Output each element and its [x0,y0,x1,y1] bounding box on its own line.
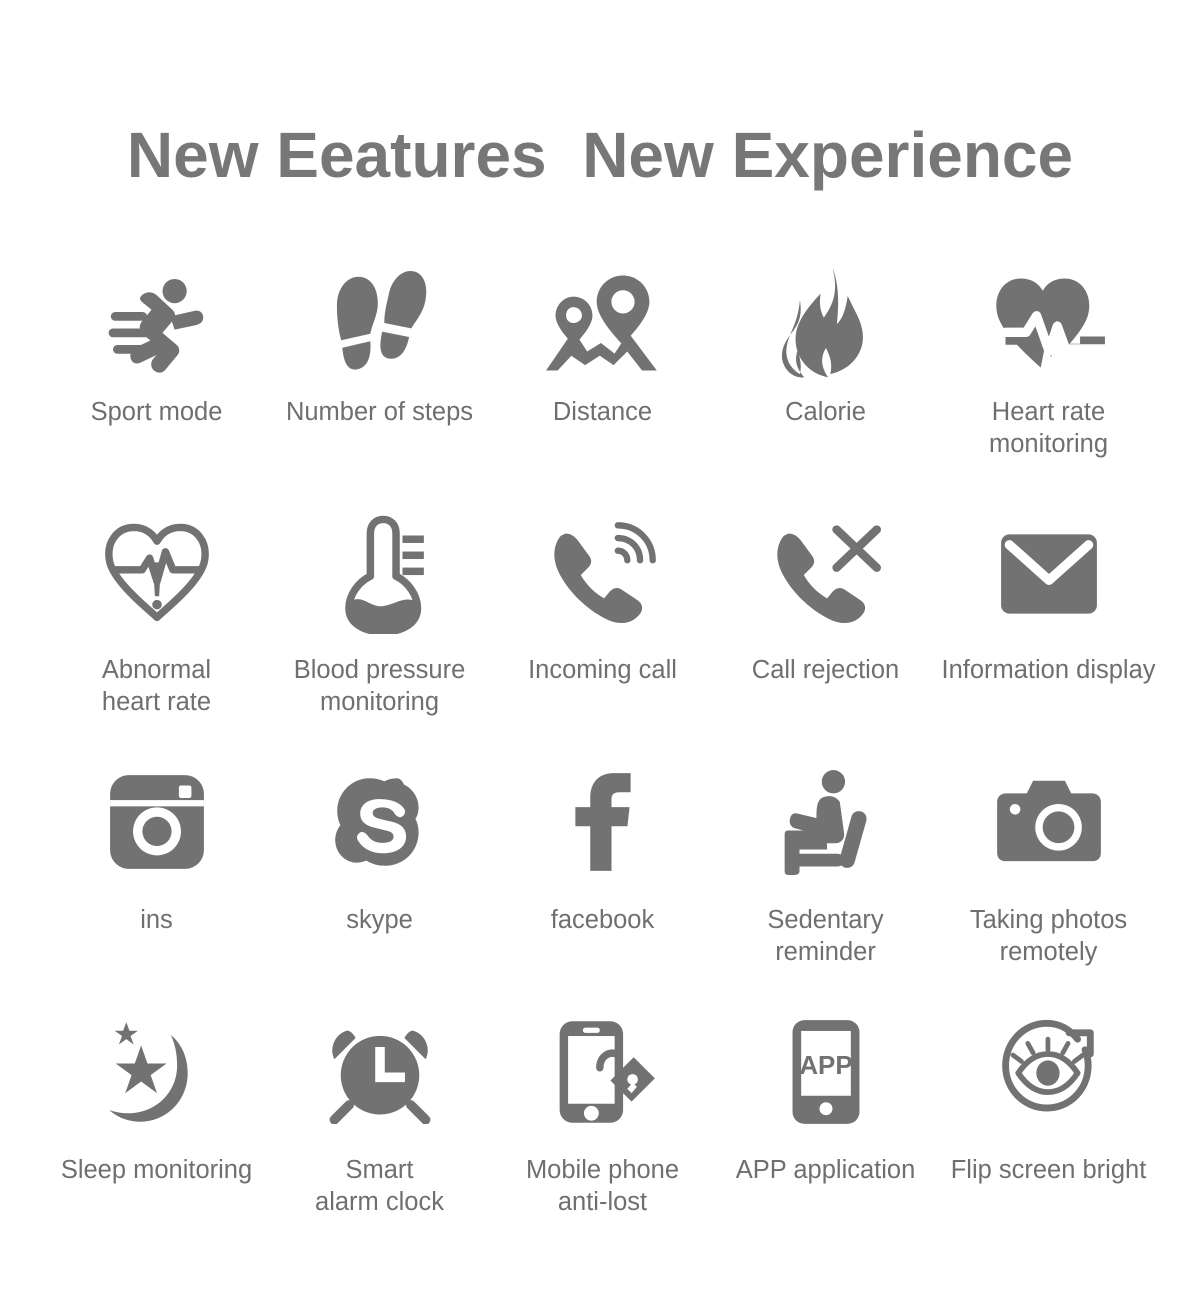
feature-item-mobile-phone-anti-lost[interactable]: Mobile phone anti-lost [491,1008,714,1258]
moon-stars-icon [103,1008,211,1136]
app-screen-label: APP [799,1052,852,1080]
feature-grid: Sport mode Number of steps Distance Calo… [45,258,1160,1258]
heart-pulse-alert-outline-icon [102,508,212,640]
feature-item-calorie[interactable]: Calorie [714,258,937,508]
envelope-icon [999,508,1099,640]
feature-label: Incoming call [528,656,677,684]
facebook-icon [567,758,639,886]
feature-label: APP application [735,1156,916,1184]
feature-label: Flip screen bright [950,1156,1147,1184]
feature-label: skype [346,906,413,934]
phone-lock-icon [551,1008,655,1136]
feature-item-facebook[interactable]: facebook [491,758,714,1008]
heart-pulse-filled-icon [991,258,1107,388]
feature-label: Abnormal heart rate [101,656,212,716]
phone-app-icon: APP [790,1008,862,1136]
flame-icon [776,258,876,388]
feature-label: Information display [941,656,1156,684]
footprints-icon [326,258,434,388]
feature-label: Distance [552,398,653,426]
feature-item-blood-pressure-monitoring[interactable]: Blood pressure monitoring [268,508,491,758]
feature-label: Mobile phone anti-lost [525,1156,680,1216]
feature-label: Sleep monitoring [60,1156,253,1184]
feature-overview-page: New Eeatures New Experience Sport mode N… [0,0,1200,1293]
map-pins-icon [545,258,661,388]
camera-icon [995,758,1103,886]
feature-item-ins[interactable]: ins [45,758,268,1008]
feature-item-sleep-monitoring[interactable]: Sleep monitoring [45,1008,268,1258]
feature-item-incoming-call[interactable]: Incoming call [491,508,714,758]
running-person-icon [102,258,212,388]
thermometer-icon [334,508,426,640]
feature-item-app-application[interactable]: APP APP application [714,1008,937,1258]
feature-item-sport-mode[interactable]: Sport mode [45,258,268,508]
feature-label: facebook [550,906,655,934]
feature-item-flip-screen-bright[interactable]: Flip screen bright [937,1008,1160,1258]
feature-label: Calorie [785,398,866,426]
feature-item-smart-alarm-clock[interactable]: Smart alarm clock [268,1008,491,1258]
feature-item-skype[interactable]: skype [268,758,491,1008]
feature-label: Heart rate monitoring [988,398,1109,458]
feature-item-call-rejection[interactable]: Call rejection [714,508,937,758]
instagram-icon [108,758,206,886]
feature-item-heart-rate-monitoring[interactable]: Heart rate monitoring [937,258,1160,508]
page-title: New Eeatures New Experience [126,119,1074,191]
feature-item-number-of-steps[interactable]: Number of steps [268,258,491,508]
feature-item-information-display[interactable]: Information display [937,508,1160,758]
feature-label: Smart alarm clock [315,1156,444,1216]
feature-item-abnormal-heart-rate[interactable]: Abnormal heart rate [45,508,268,758]
feature-label: ins [140,906,173,934]
feature-label: Call rejection [751,656,900,684]
phone-ring-icon [548,508,658,640]
feature-label: Number of steps [285,398,474,426]
sitting-person-icon [774,758,878,886]
feature-item-taking-photos-remotely[interactable]: Taking photos remotely [937,758,1160,1008]
eye-rotate-icon [995,1008,1103,1136]
skype-icon [331,758,429,886]
feature-item-sedentary-reminder[interactable]: Sedentary reminder [714,758,937,1008]
alarm-clock-icon [328,1008,432,1136]
feature-label: Sport mode [90,398,223,426]
phone-reject-icon [771,508,881,640]
feature-label: Taking photos remotely [969,906,1128,966]
feature-label: Sedentary reminder [767,906,884,966]
feature-label: Blood pressure monitoring [293,656,466,716]
feature-item-distance[interactable]: Distance [491,258,714,508]
